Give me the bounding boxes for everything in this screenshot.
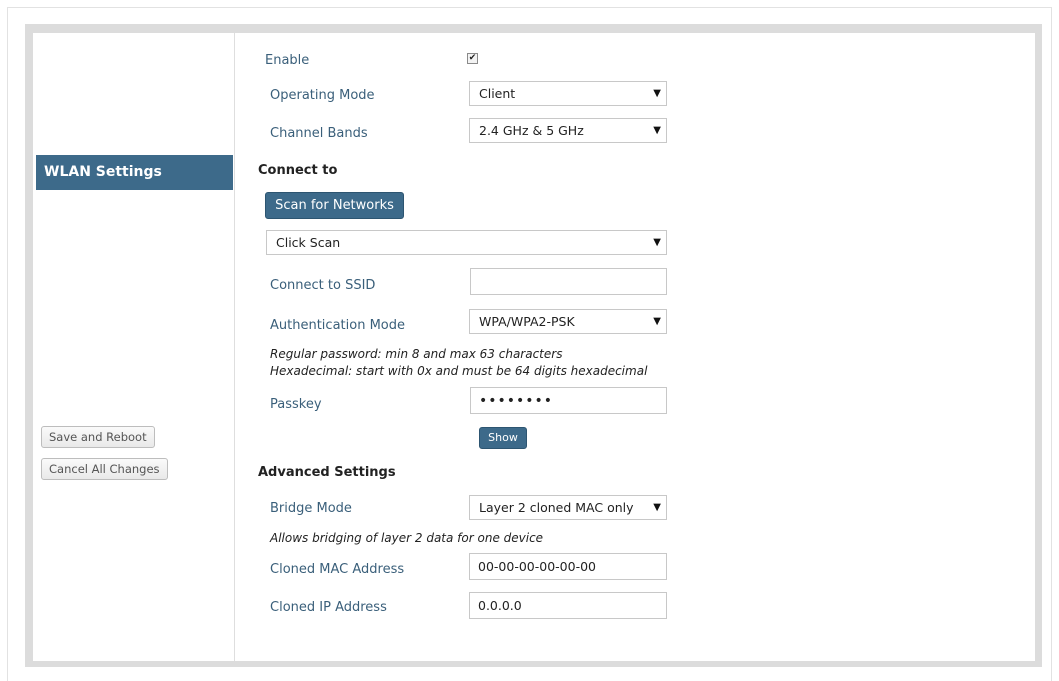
authentication-mode-select[interactable]: WPA/WPA2-PSK ▼ bbox=[469, 309, 667, 334]
operating-mode-value: Client bbox=[479, 86, 516, 101]
passkey-input[interactable] bbox=[470, 387, 667, 414]
caret-down-icon: ▼ bbox=[653, 237, 661, 248]
cloned-mac-label: Cloned MAC Address bbox=[270, 562, 405, 577]
sidebar bbox=[33, 33, 235, 661]
channel-bands-select[interactable]: 2.4 GHz & 5 GHz ▼ bbox=[469, 118, 667, 143]
caret-down-icon: ▼ bbox=[653, 125, 661, 136]
channel-bands-value: 2.4 GHz & 5 GHz bbox=[479, 123, 584, 138]
sidebar-item-label: WLAN Settings bbox=[44, 164, 162, 180]
channel-bands-label: Channel Bands bbox=[270, 126, 368, 141]
save-and-reboot-button[interactable]: Save and Reboot bbox=[41, 426, 155, 448]
caret-down-icon: ▼ bbox=[653, 88, 661, 99]
sidebar-item-wlan-settings[interactable]: WLAN Settings bbox=[36, 155, 233, 190]
ssid-label: Connect to SSID bbox=[270, 278, 376, 293]
scan-results-value: Click Scan bbox=[276, 235, 341, 250]
scan-for-networks-button[interactable]: Scan for Networks bbox=[265, 192, 404, 219]
enable-checkbox[interactable]: ✔ bbox=[467, 53, 478, 64]
bridge-mode-select[interactable]: Layer 2 cloned MAC only ▼ bbox=[469, 495, 667, 520]
caret-down-icon: ▼ bbox=[653, 502, 661, 513]
passkey-label: Passkey bbox=[270, 397, 322, 412]
cancel-all-changes-button[interactable]: Cancel All Changes bbox=[41, 458, 168, 480]
show-passkey-button[interactable]: Show bbox=[479, 427, 527, 449]
operating-mode-label: Operating Mode bbox=[270, 88, 375, 103]
caret-down-icon: ▼ bbox=[653, 316, 661, 327]
cloned-ip-input[interactable] bbox=[469, 592, 667, 619]
connect-to-heading: Connect to bbox=[258, 163, 338, 178]
password-note-hex: Hexadecimal: start with 0x and must be 6… bbox=[270, 364, 648, 378]
authentication-mode-value: WPA/WPA2-PSK bbox=[479, 314, 575, 329]
ssid-input[interactable] bbox=[470, 268, 667, 295]
cloned-ip-label: Cloned IP Address bbox=[270, 600, 387, 615]
bridge-mode-label: Bridge Mode bbox=[270, 501, 352, 516]
enable-label: Enable bbox=[265, 53, 310, 68]
operating-mode-select[interactable]: Client ▼ bbox=[469, 81, 667, 106]
checkmark-icon: ✔ bbox=[468, 53, 477, 63]
password-note-regular: Regular password: min 8 and max 63 chara… bbox=[270, 347, 563, 361]
scan-results-select[interactable]: Click Scan ▼ bbox=[266, 230, 667, 255]
authentication-mode-label: Authentication Mode bbox=[270, 318, 405, 333]
cloned-mac-input[interactable] bbox=[469, 553, 667, 580]
bridge-mode-note: Allows bridging of layer 2 data for one … bbox=[270, 531, 544, 545]
advanced-settings-heading: Advanced Settings bbox=[258, 465, 396, 480]
bridge-mode-value: Layer 2 cloned MAC only bbox=[479, 500, 634, 515]
